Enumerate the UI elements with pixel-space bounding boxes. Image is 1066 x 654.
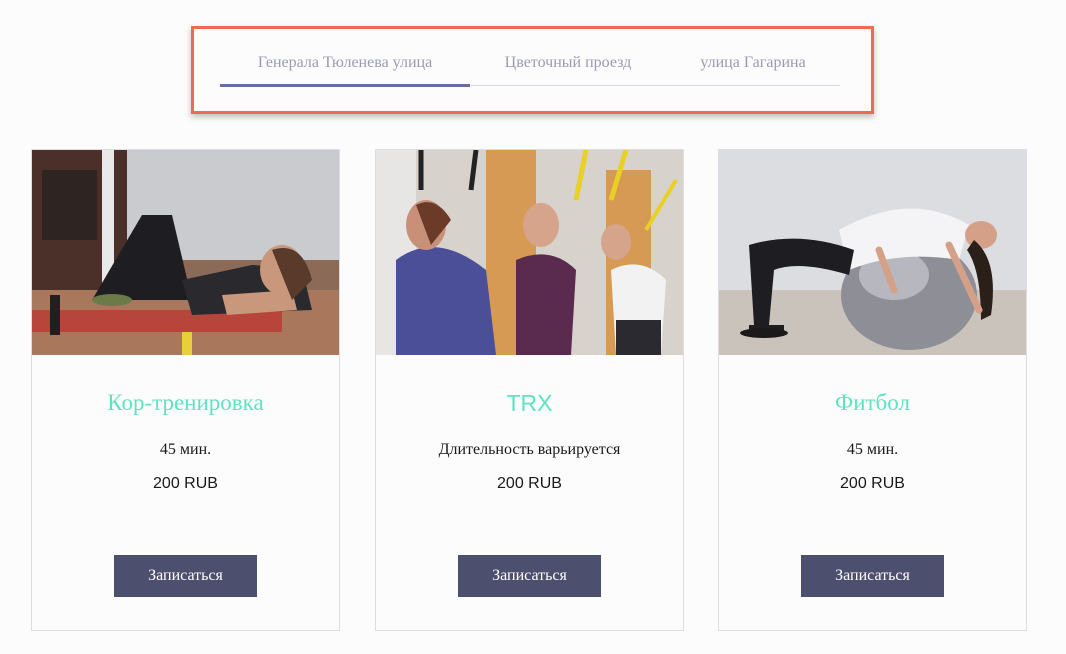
core-workout-photo (32, 150, 339, 355)
trx-workout-photo (376, 150, 683, 355)
card-duration: 45 мин. (846, 441, 899, 458)
tab-gagarina[interactable]: улица Гагарина (666, 41, 840, 85)
tab-generala-tyuleneva[interactable]: Генерала Тюленева улица (220, 41, 470, 87)
book-button[interactable]: Записаться (458, 555, 601, 597)
tab-tsvetochny-proezd[interactable]: Цветочный проезд (470, 41, 666, 85)
card-duration: Длительность варьируется (438, 441, 621, 458)
class-card-fitball: Фитбол 45 мин. 200 RUB Записаться (718, 149, 1027, 631)
location-tabs-panel: Генерала Тюленева улица Цветочный проезд… (191, 26, 874, 114)
fitball-workout-photo (719, 150, 1026, 355)
card-title: Кор-тренировка (107, 390, 264, 415)
card-price: 200 RUB (840, 475, 905, 492)
card-duration: 45 мин. (159, 441, 212, 458)
card-price: 200 RUB (153, 475, 218, 492)
card-title: Фитбол (835, 390, 910, 415)
card-price: 200 RUB (497, 475, 562, 492)
class-card-core: Кор-тренировка 45 мин. 200 RUB Записатьс… (31, 149, 340, 631)
book-button[interactable]: Записаться (801, 555, 944, 597)
class-card-trx: TRX Длительность варьируется 200 RUB Зап… (375, 149, 684, 631)
card-title: TRX (506, 390, 553, 416)
location-tab-bar: Генерала Тюленева улица Цветочный проезд… (220, 41, 840, 87)
book-button[interactable]: Записаться (114, 555, 257, 597)
